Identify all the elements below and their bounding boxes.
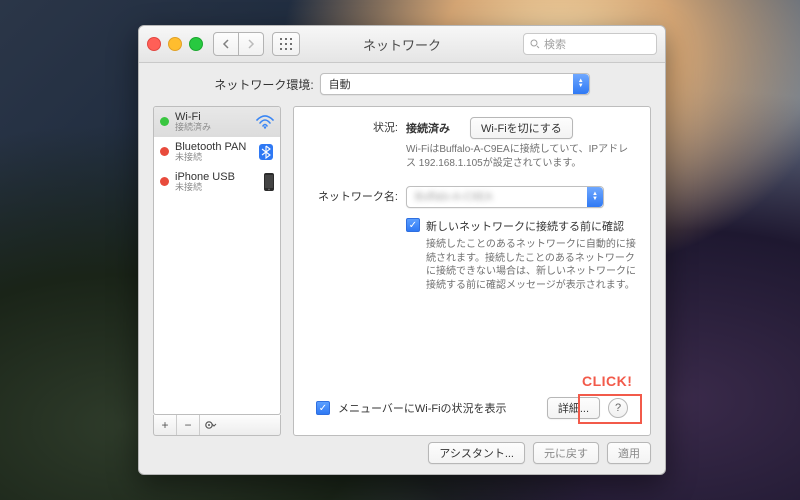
popup-stepper-icon: ▲▼ (587, 187, 603, 207)
show-in-menubar-checkbox[interactable]: ✓ (316, 401, 330, 415)
remove-interface-button[interactable]: − (177, 415, 200, 435)
zoom-window-button[interactable] (189, 37, 203, 51)
interface-list-buttons: + − (153, 415, 281, 436)
back-button[interactable] (213, 32, 239, 56)
interface-item-iphone-usb[interactable]: iPhone USB 未接続 (154, 167, 280, 197)
interface-list[interactable]: Wi-Fi 接続済み Bluetooth PAN 未接続 (153, 106, 281, 415)
grid-icon (280, 38, 292, 50)
titlebar: ネットワーク 検索 (139, 26, 665, 63)
interface-action-menu[interactable] (200, 415, 222, 435)
minimize-window-button[interactable] (168, 37, 182, 51)
search-field[interactable]: 検索 (523, 33, 657, 55)
footer-buttons: アシスタント... 元に戻す 適用 (428, 442, 651, 464)
location-row: ネットワーク環境: 自動 ▲▼ (139, 63, 665, 106)
revert-button[interactable]: 元に戻す (533, 442, 599, 464)
iphone-icon (264, 173, 274, 191)
status-value: 接続済み (406, 120, 450, 136)
add-interface-button[interactable]: + (154, 415, 177, 435)
status-row: 状況: 接続済み Wi-Fiを切にする Wi-FiはBuffalo-A-C9EA… (306, 117, 638, 170)
status-dot-disconnected-icon (160, 147, 169, 156)
interface-item-wifi[interactable]: Wi-Fi 接続済み (154, 107, 280, 137)
status-detail: Wi-FiはBuffalo-A-C9EAに接続していて、IPアドレス 192.1… (406, 143, 636, 170)
interface-status: 接続済み (175, 123, 211, 133)
network-name-select[interactable]: Buffalo-A-C9EA ▲▼ (406, 186, 604, 208)
interface-status: 未接続 (175, 153, 246, 163)
search-icon (530, 39, 540, 49)
sidebar: Wi-Fi 接続済み Bluetooth PAN 未接続 (153, 106, 281, 436)
chevron-right-icon (247, 39, 255, 49)
status-dot-connected-icon (160, 117, 169, 126)
nav-buttons (213, 32, 264, 56)
ask-before-join-label: 新しいネットワークに接続する前に確認 (426, 218, 636, 234)
search-placeholder: 検索 (544, 36, 566, 52)
interface-item-bluetooth-pan[interactable]: Bluetooth PAN 未接続 (154, 137, 280, 167)
close-window-button[interactable] (147, 37, 161, 51)
status-label: 状況: (306, 117, 398, 170)
annotation-text: CLICK! (582, 373, 632, 389)
desktop-wallpaper: ネットワーク 検索 ネットワーク環境: 自動 ▲▼ (0, 0, 800, 500)
location-value: 自動 (329, 76, 351, 92)
ask-before-join-desc: 接続したことのあるネットワークに自動的に接続されます。接続したことのあるネットワ… (426, 238, 636, 292)
location-label: ネットワーク環境: (214, 76, 313, 93)
ask-before-join-checkbox[interactable]: ✓ (406, 218, 420, 232)
window-traffic-lights (147, 37, 203, 51)
assistant-button[interactable]: アシスタント... (428, 442, 525, 464)
apply-button[interactable]: 適用 (607, 442, 651, 464)
show-all-button[interactable] (272, 32, 300, 56)
network-name-label: ネットワーク名: (306, 186, 398, 292)
forward-button[interactable] (239, 32, 264, 56)
network-name-value: Buffalo-A-C9EA (415, 191, 492, 203)
network-name-row: ネットワーク名: Buffalo-A-C9EA ▲▼ ✓ 新しいネットワークに接… (306, 186, 638, 292)
chevron-left-icon (222, 39, 230, 49)
annotation-highlight-box (578, 394, 642, 424)
popup-stepper-icon: ▲▼ (573, 74, 589, 94)
bluetooth-icon (258, 143, 274, 161)
gear-dropdown-icon (204, 420, 218, 430)
wifi-icon (256, 115, 274, 129)
turn-wifi-off-button[interactable]: Wi-Fiを切にする (470, 117, 573, 139)
status-dot-disconnected-icon (160, 177, 169, 186)
interface-status: 未接続 (175, 183, 235, 193)
location-select[interactable]: 自動 ▲▼ (320, 73, 590, 95)
show-in-menubar-label: メニューバーにWi-Fiの状況を表示 (338, 400, 507, 416)
